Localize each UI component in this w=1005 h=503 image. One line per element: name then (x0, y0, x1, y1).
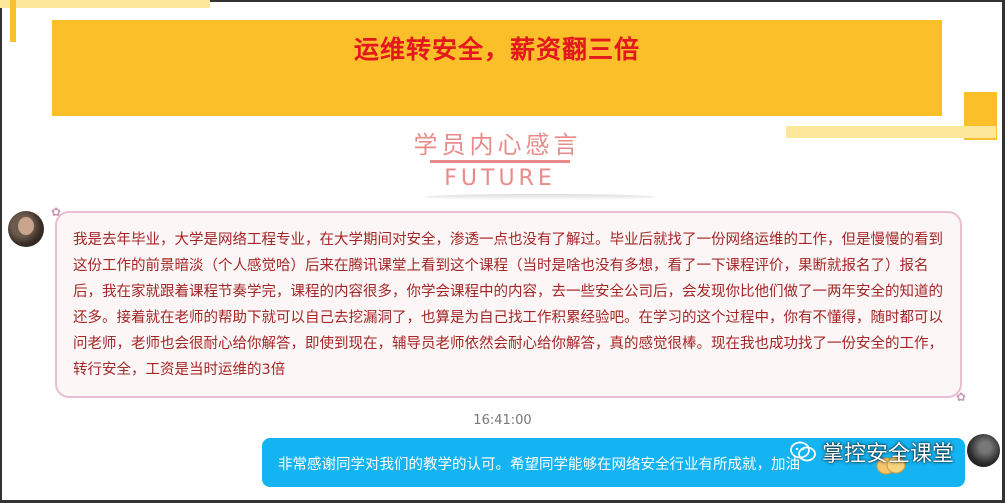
channel-watermark: 掌控安全课堂 (790, 432, 954, 472)
watermark-text: 掌控安全课堂 (822, 442, 955, 467)
bubble-corner-ornament-icon: ✿ (955, 390, 966, 404)
bubble-corner-ornament-icon: ✿ (51, 205, 62, 219)
future-label: FUTURE (444, 166, 556, 191)
banner-title: 运维转安全，薪资翻三倍 (353, 35, 640, 64)
student-avatar[interactable] (8, 211, 44, 247)
teacher-avatar[interactable] (967, 434, 1000, 467)
title-banner: 运维转安全，薪资翻三倍 (52, 20, 942, 116)
decor-stripe-left (10, 0, 16, 42)
subtitle-divider (430, 160, 570, 163)
decor-stripe-right (786, 126, 996, 138)
wechat-icon (790, 441, 816, 462)
decor-stripe-top (0, 0, 210, 8)
student-message-text: 我是去年毕业，大学是网络工程专业，在大学期间对安全，渗透一点也没有了解过。毕业后… (73, 232, 943, 378)
message-timestamp: 16:41:00 (473, 413, 532, 428)
student-message-bubble: ✿ ✿ 我是去年毕业，大学是网络工程专业，在大学期间对安全，渗透一点也没有了解过… (51, 205, 966, 404)
avatar-face (18, 217, 34, 235)
decor-shadow (425, 194, 655, 200)
section-subtitle: 学员内心感言 (413, 131, 582, 159)
teacher-reply-text: 非常感谢同学对我们的教学的认可。希望同学能够在网络安全行业有所成就，加油 (278, 457, 800, 473)
